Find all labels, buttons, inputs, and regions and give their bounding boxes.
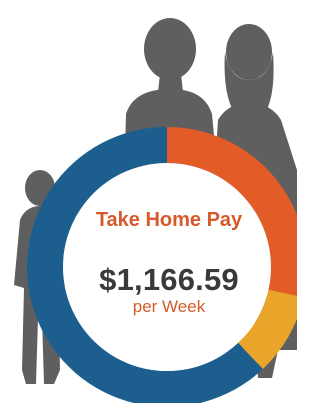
take-home-pay-graphic: Take Home Pay $1,166.59 per Week — [0, 0, 297, 403]
father-head — [144, 18, 196, 80]
pay-period-label: per Week — [132, 297, 206, 316]
mother-head — [226, 24, 272, 80]
take-home-pay-title: Take Home Pay — [95, 209, 243, 231]
graphic-canvas — [14, 18, 297, 403]
take-home-pay-amount: $1,166.59 — [99, 262, 239, 297]
